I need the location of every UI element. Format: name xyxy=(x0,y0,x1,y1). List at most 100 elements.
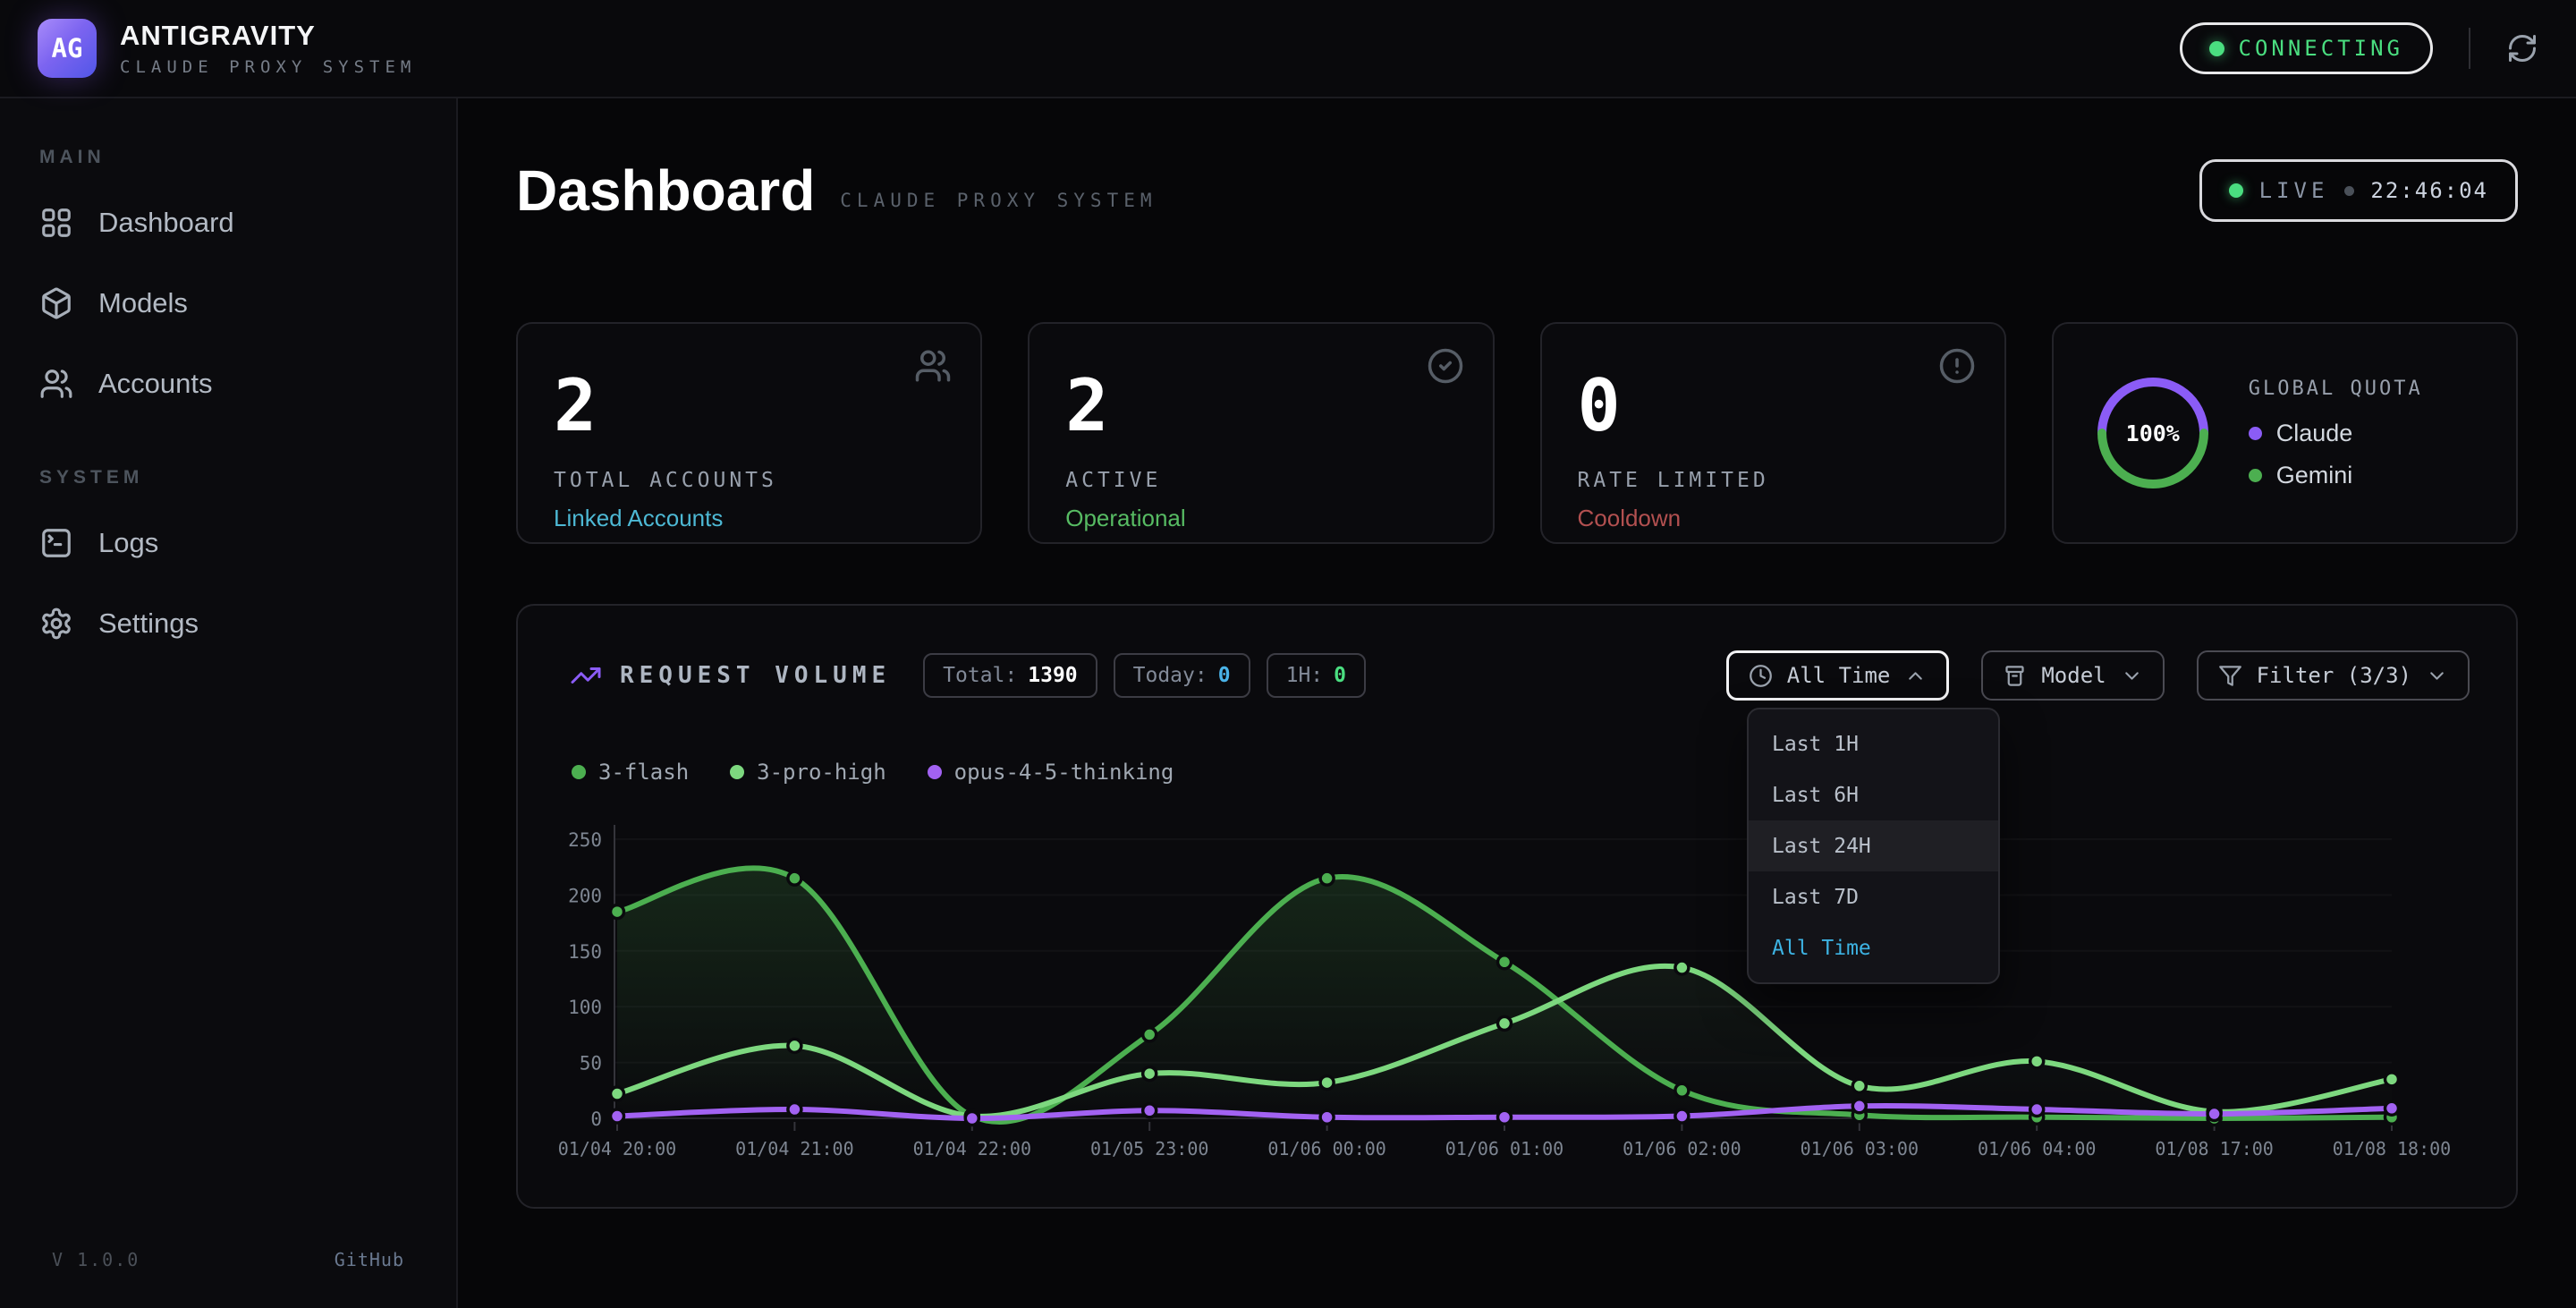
separator-dot-icon xyxy=(2344,186,2354,196)
legend-item-3-pro-high: 3-pro-high xyxy=(730,760,886,785)
series-dot-icon xyxy=(572,765,586,779)
stat-label: TOTAL ACCOUNTS xyxy=(554,469,945,492)
menu-item-all-time[interactable]: All Time xyxy=(1749,922,1998,973)
header-divider xyxy=(2469,28,2470,69)
sidebar-item-models[interactable]: Models xyxy=(0,263,456,344)
badge-value: 0 xyxy=(1334,664,1346,687)
archive-icon xyxy=(2003,664,2027,688)
filter-dropdown-button[interactable]: Filter (3/3) xyxy=(2197,650,2470,701)
today-badge: Today: 0 xyxy=(1114,653,1250,698)
app-title-block: ANTIGRAVITY CLAUDE PROXY SYSTEM xyxy=(120,20,416,77)
series-dot-icon xyxy=(730,765,744,779)
stat-value: 2 xyxy=(554,370,945,442)
stat-value: 2 xyxy=(1065,370,1456,442)
funnel-icon xyxy=(2218,664,2242,688)
svg-text:01/08 17:00: 01/08 17:00 xyxy=(2155,1138,2273,1159)
chevron-icon xyxy=(2121,665,2143,687)
github-link[interactable]: GitHub xyxy=(335,1249,404,1270)
svg-text:01/06 01:00: 01/06 01:00 xyxy=(1445,1138,1563,1159)
control-label: Model xyxy=(2041,663,2106,688)
cube-icon xyxy=(39,286,73,320)
svg-text:01/08 18:00: 01/08 18:00 xyxy=(2333,1138,2451,1159)
svg-text:01/04 21:00: 01/04 21:00 xyxy=(735,1138,853,1159)
sidebar-item-settings[interactable]: Settings xyxy=(0,583,456,664)
badge-label: Today: xyxy=(1133,664,1208,687)
clock-value: 22:46:04 xyxy=(2370,178,2488,203)
users-icon xyxy=(39,367,73,401)
main-content: Dashboard CLAUDE PROXY SYSTEM LIVE 22:46… xyxy=(458,98,2576,1308)
quota-legend: GLOBAL QUOTA Claude Gemini xyxy=(2249,378,2423,489)
menu-item-last-7d[interactable]: Last 7D xyxy=(1749,871,1998,922)
terminal-icon xyxy=(39,526,73,560)
menu-item-last-1h[interactable]: Last 1H xyxy=(1749,718,1998,769)
chevron-icon xyxy=(1904,665,1927,687)
svg-text:01/06 00:00: 01/06 00:00 xyxy=(1267,1138,1385,1159)
sidebar-item-logs[interactable]: Logs xyxy=(0,503,456,583)
sidebar-heading-main: MAIN xyxy=(39,147,456,168)
quota-legend-name: Gemini xyxy=(2276,462,2353,489)
quota-legend-gemini: Gemini xyxy=(2249,462,2423,489)
app-subtitle: CLAUDE PROXY SYSTEM xyxy=(120,57,416,77)
gemini-dot-icon xyxy=(2249,469,2262,482)
legend-label: 3-flash xyxy=(598,760,689,785)
refresh-button[interactable] xyxy=(2506,32,2538,64)
control-label: All Time xyxy=(1787,663,1891,688)
sidebar-item-dashboard[interactable]: Dashboard xyxy=(0,183,456,263)
stat-label: RATE LIMITED xyxy=(1578,469,1969,492)
trending-up-icon xyxy=(570,659,602,692)
request-volume-panel: REQUEST VOLUME Total: 1390 Today: 0 1H: … xyxy=(516,604,2518,1209)
sidebar-item-label: Settings xyxy=(98,607,199,640)
alert-circle-icon xyxy=(1938,347,1976,385)
sidebar-item-label: Accounts xyxy=(98,368,213,400)
status-dot-icon xyxy=(2209,41,2224,56)
menu-item-last-6h[interactable]: Last 6H xyxy=(1749,769,1998,820)
sidebar-item-label: Dashboard xyxy=(98,207,234,239)
panel-title: REQUEST VOLUME xyxy=(620,662,891,689)
svg-text:01/04 20:00: 01/04 20:00 xyxy=(558,1138,676,1159)
live-label: LIVE xyxy=(2259,178,2329,203)
svg-text:150: 150 xyxy=(568,941,602,963)
check-circle-icon xyxy=(1427,347,1464,385)
chart-legend: 3-flash 3-pro-high opus-4-5-thinking xyxy=(572,760,1174,785)
card-rate-limited: 0 RATE LIMITED Cooldown xyxy=(1540,322,2006,544)
card-global-quota: 100% GLOBAL QUOTA Claude Gemini xyxy=(2052,322,2518,544)
svg-text:0: 0 xyxy=(590,1108,602,1130)
legend-label: 3-pro-high xyxy=(757,760,886,785)
legend-item-3-flash: 3-flash xyxy=(572,760,689,785)
version-label: V 1.0.0 xyxy=(52,1249,140,1270)
stat-sub: Linked Accounts xyxy=(554,505,945,532)
quota-title: GLOBAL QUOTA xyxy=(2249,378,2423,400)
panel-header: REQUEST VOLUME Total: 1390 Today: 0 1H: … xyxy=(570,650,2470,701)
badge-label: 1H: xyxy=(1286,664,1324,687)
sidebar: MAIN Dashboard Models Accounts SYSTEM Lo… xyxy=(0,98,458,1308)
badge-value: 0 xyxy=(1218,664,1231,687)
card-total-accounts: 2 TOTAL ACCOUNTS Linked Accounts xyxy=(516,322,982,544)
refresh-icon xyxy=(2506,32,2538,64)
quota-ring: 100% xyxy=(2086,366,2220,500)
svg-text:01/06 04:00: 01/06 04:00 xyxy=(1978,1138,2096,1159)
live-dot-icon xyxy=(2229,183,2243,198)
quota-legend-claude: Claude xyxy=(2249,420,2423,447)
model-dropdown-button[interactable]: Model xyxy=(1981,650,2164,701)
chart-controls: All Time Model Filter (3/3) xyxy=(1726,650,2470,701)
sidebar-item-accounts[interactable]: Accounts xyxy=(0,344,456,424)
time-range-menu: Last 1H Last 6H Last 24H Last 7D All Tim… xyxy=(1747,708,2000,984)
top-header: AG ANTIGRAVITY CLAUDE PROXY SYSTEM CONNE… xyxy=(0,0,2576,98)
page-title: Dashboard xyxy=(516,159,815,222)
page-subtitle: CLAUDE PROXY SYSTEM xyxy=(840,190,1157,211)
series-dot-icon xyxy=(928,765,942,779)
app-name: ANTIGRAVITY xyxy=(120,20,416,52)
legend-item-opus: opus-4-5-thinking xyxy=(928,760,1174,785)
chevron-icon xyxy=(2426,665,2448,687)
time-range-dropdown-button[interactable]: All Time xyxy=(1726,650,1950,701)
stat-sub: Operational xyxy=(1065,505,1456,532)
quota-legend-name: Claude xyxy=(2276,420,2353,447)
badge-value: 1390 xyxy=(1028,664,1077,687)
menu-item-last-24h[interactable]: Last 24H xyxy=(1749,820,1998,871)
live-status-badge: LIVE 22:46:04 xyxy=(2199,159,2518,222)
one-hour-badge: 1H: 0 xyxy=(1267,653,1366,698)
card-active: 2 ACTIVE Operational xyxy=(1028,322,1494,544)
svg-text:200: 200 xyxy=(568,886,602,907)
total-badge: Total: 1390 xyxy=(923,653,1097,698)
svg-text:250: 250 xyxy=(568,829,602,851)
